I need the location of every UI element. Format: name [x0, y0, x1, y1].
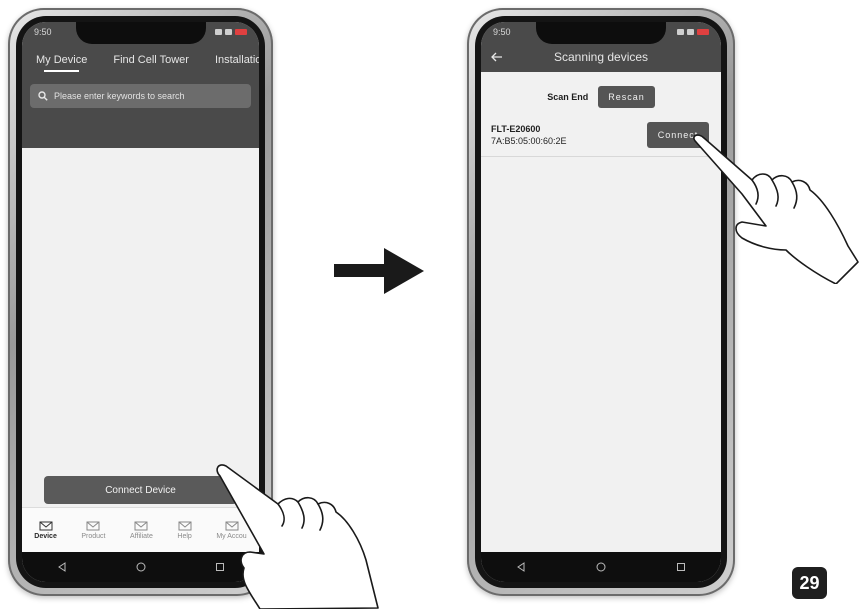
- status-icons: [677, 29, 709, 35]
- nav-item-help[interactable]: Help: [177, 521, 192, 540]
- mail-icon: [134, 521, 148, 530]
- search-placeholder: Please enter keywords to search: [54, 91, 185, 101]
- recents-square-icon[interactable]: [676, 562, 686, 572]
- scan-status: Scan End: [547, 92, 589, 102]
- tab-find-cell-tower[interactable]: Find Cell Tower: [113, 54, 189, 66]
- camera-notch: [536, 22, 666, 44]
- scan-status-row: Scan End Rescan: [481, 84, 721, 110]
- nav-item-device[interactable]: Device: [34, 521, 57, 540]
- tab-my-device[interactable]: My Device: [36, 54, 87, 72]
- device-mac-address: 7A:B5:05:00:60:2E: [491, 136, 567, 146]
- home-circle-icon[interactable]: [596, 562, 606, 572]
- page-number-badge: 29: [792, 567, 827, 599]
- home-circle-icon[interactable]: [136, 562, 146, 572]
- nav-item-my-account[interactable]: My Accou: [216, 521, 247, 540]
- mail-icon: [225, 521, 239, 530]
- status-time: 9:50: [34, 27, 52, 37]
- left-phone: 9:50 My Device Find Cell Tower Installat…: [8, 8, 273, 596]
- right-phone: 9:50 Scanning devices Scan End Rescan FL…: [467, 8, 735, 596]
- rescan-button[interactable]: Rescan: [598, 86, 655, 108]
- back-triangle-icon[interactable]: [57, 562, 67, 572]
- right-phone-screen: 9:50 Scanning devices Scan End Rescan FL…: [481, 22, 721, 582]
- back-triangle-icon[interactable]: [516, 562, 526, 572]
- mail-icon: [39, 521, 53, 530]
- device-name: FLT-E20600: [491, 124, 541, 134]
- nav-label: Device: [34, 532, 57, 540]
- right-phone-bezel: 9:50 Scanning devices Scan End Rescan FL…: [475, 16, 727, 588]
- nav-item-product[interactable]: Product: [81, 521, 106, 540]
- left-phone-screen: 9:50 My Device Find Cell Tower Installat…: [22, 22, 259, 582]
- camera-notch: [75, 22, 206, 44]
- connect-device-button[interactable]: Connect Device: [44, 476, 237, 504]
- status-time: 9:50: [493, 27, 511, 37]
- search-input[interactable]: Please enter keywords to search: [30, 84, 251, 108]
- connect-button[interactable]: Connect: [647, 122, 709, 148]
- search-icon: [38, 91, 48, 101]
- device-list-item: FLT-E20600 7A:B5:05:00:60:2E Connect: [481, 120, 721, 157]
- nav-label: Product: [81, 532, 106, 540]
- left-phone-bezel: 9:50 My Device Find Cell Tower Installat…: [16, 16, 265, 588]
- tab-installation-video[interactable]: Installation Video: [215, 54, 259, 66]
- nav-label: Help: [177, 532, 192, 540]
- system-nav-bar: [481, 552, 721, 582]
- nav-label: My Accou: [216, 532, 247, 540]
- page-title: Scanning devices: [553, 50, 649, 64]
- status-icons: [215, 29, 247, 35]
- nav-label: Affiliate: [130, 532, 153, 540]
- header-bar: Scanning devices: [481, 42, 721, 72]
- mail-icon: [178, 521, 192, 530]
- right-arrow-icon: [334, 248, 424, 294]
- back-button[interactable]: [491, 42, 503, 72]
- recents-square-icon[interactable]: [215, 562, 225, 572]
- tab-bar: My Device Find Cell Tower Installation V…: [22, 42, 259, 78]
- nav-item-affiliate[interactable]: Affiliate: [130, 521, 153, 540]
- mail-icon: [86, 521, 100, 530]
- arrow-left-icon: [491, 52, 502, 62]
- bottom-nav: Device Product Affiliate Help My Accou: [22, 507, 259, 552]
- system-nav-bar: [22, 552, 259, 582]
- search-area: Please enter keywords to search: [22, 78, 259, 148]
